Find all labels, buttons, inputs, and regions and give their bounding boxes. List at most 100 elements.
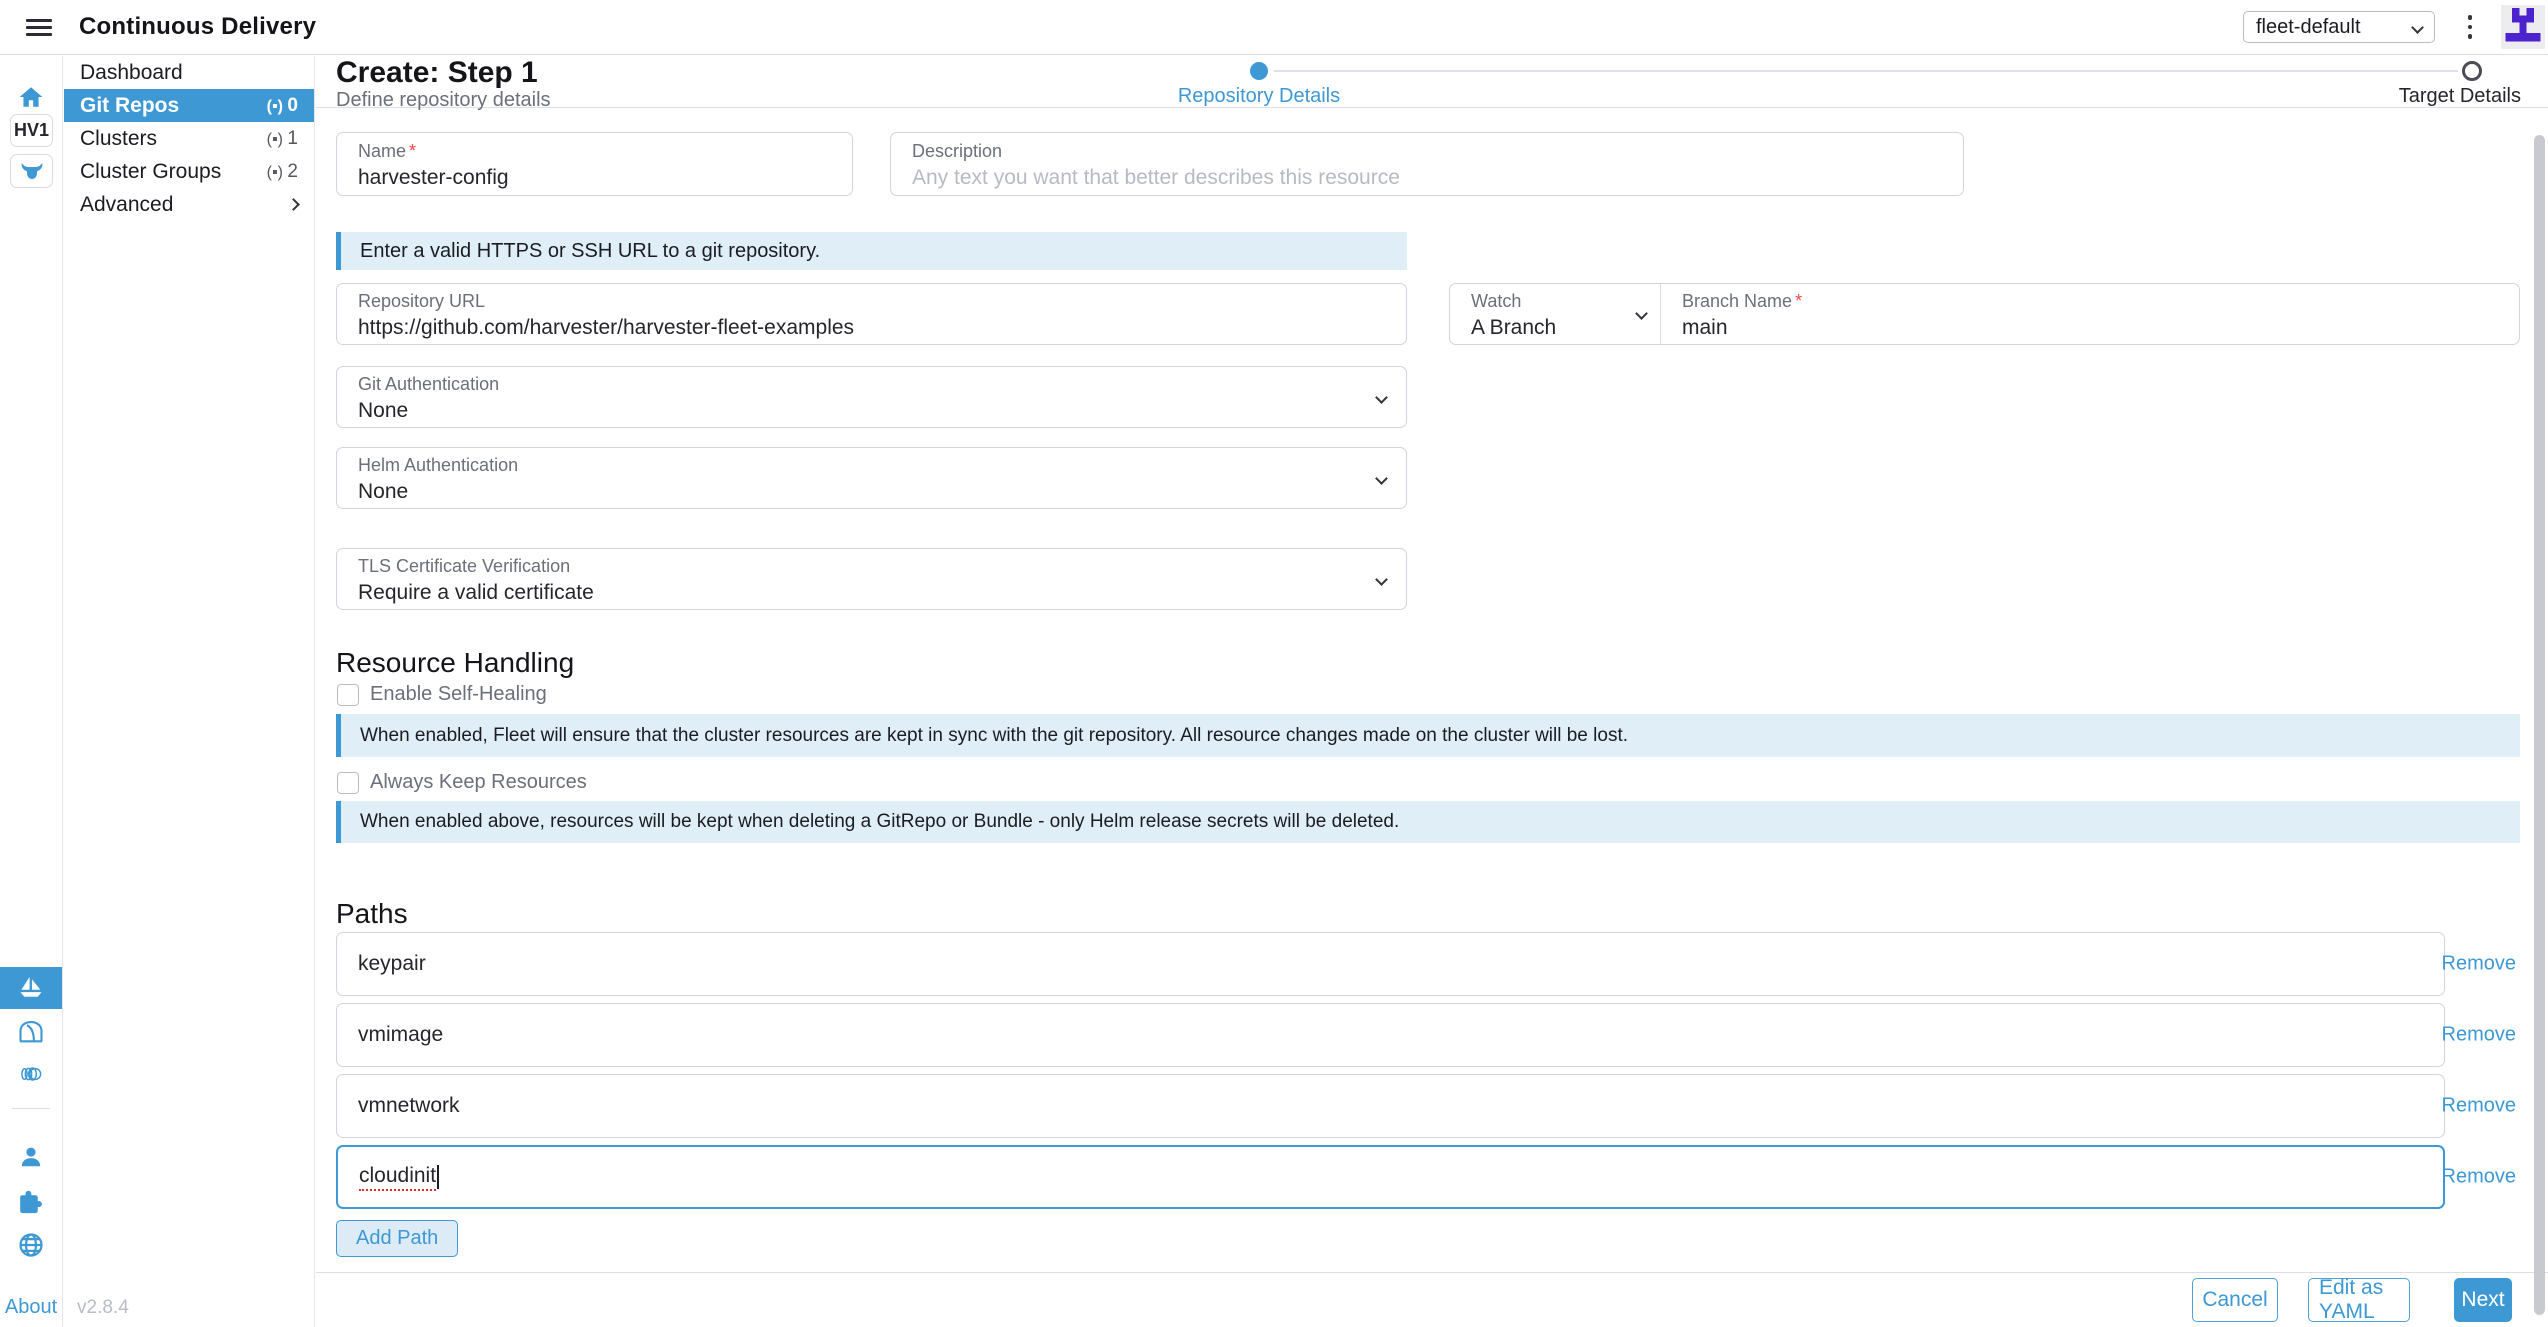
fleet-sailboat-icon bbox=[17, 974, 45, 1002]
globe-icon bbox=[17, 1231, 45, 1259]
branch-name-label: Branch Name* bbox=[1682, 291, 1802, 312]
edit-as-yaml-button[interactable]: Edit as YAML bbox=[2308, 1278, 2410, 1322]
path-row: keypair Remove bbox=[336, 932, 2520, 996]
workspace-select[interactable]: fleet-default bbox=[2243, 11, 2435, 43]
git-authentication-select[interactable]: Git Authentication None bbox=[336, 366, 1407, 428]
keep-resources-checkbox-row[interactable]: Always Keep Resources bbox=[337, 771, 587, 794]
sidebar-item-label: Advanced bbox=[80, 193, 173, 217]
sidebar-item-advanced[interactable]: Advanced bbox=[64, 188, 314, 221]
page-header: Create: Step 1 Define repository details… bbox=[316, 56, 2548, 108]
keep-resources-label: Always Keep Resources bbox=[370, 771, 587, 794]
kebab-menu-icon[interactable] bbox=[2457, 12, 2483, 41]
clusters-count: 1 bbox=[267, 128, 298, 150]
global-settings-nav-button[interactable] bbox=[0, 1227, 62, 1263]
cancel-button[interactable]: Cancel bbox=[2192, 1278, 2278, 1322]
user-icon bbox=[18, 1144, 44, 1170]
about-link[interactable]: About bbox=[0, 1293, 62, 1321]
watch-select-label: Watch bbox=[1471, 291, 1521, 312]
path-input-vmnetwork[interactable]: vmnetwork bbox=[336, 1074, 2445, 1138]
chevron-right-icon bbox=[287, 198, 300, 211]
cluster-groups-count: 2 bbox=[267, 161, 298, 183]
extensions-nav-button[interactable] bbox=[0, 1184, 62, 1220]
chevron-down-icon bbox=[1375, 573, 1388, 586]
sidebar-item-clusters[interactable]: Clusters 1 bbox=[64, 122, 314, 155]
url-info-banner-text: Enter a valid HTTPS or SSH URL to a git … bbox=[360, 240, 820, 263]
path-input-cloudinit[interactable]: cloudinit bbox=[336, 1145, 2445, 1209]
step-2-label[interactable]: Target Details bbox=[2399, 85, 2521, 108]
path-value: keypair bbox=[358, 952, 426, 976]
self-healing-info-banner: When enabled, Fleet will ensure that the… bbox=[336, 714, 2520, 757]
git-repos-count: 0 bbox=[267, 95, 298, 117]
name-field-label: Name* bbox=[358, 141, 416, 162]
watch-select[interactable]: Watch A Branch bbox=[1450, 284, 1661, 344]
path-row: vmnetwork Remove bbox=[336, 1074, 2520, 1138]
cluster-badge-hv1[interactable]: HV1 bbox=[10, 114, 53, 147]
remove-path-button[interactable]: Remove bbox=[2442, 1024, 2516, 1047]
self-healing-info-text: When enabled, Fleet will ensure that the… bbox=[360, 725, 1628, 747]
resource-handling-heading: Resource Handling bbox=[336, 647, 574, 679]
remove-path-button[interactable]: Remove bbox=[2442, 1095, 2516, 1118]
sidebar-item-label: Cluster Groups bbox=[80, 160, 221, 184]
path-value: vmnetwork bbox=[358, 1094, 460, 1118]
chevron-down-icon bbox=[1375, 391, 1388, 404]
hamburger-menu-icon[interactable] bbox=[26, 15, 52, 40]
step-1-label[interactable]: Repository Details bbox=[1164, 85, 1354, 108]
step-2-circle[interactable] bbox=[2462, 61, 2482, 81]
version-label: v2.8.4 bbox=[77, 1297, 129, 1319]
repository-url-label: Repository URL bbox=[358, 291, 485, 312]
remove-path-button[interactable]: Remove bbox=[2442, 1166, 2516, 1189]
sidebar-item-cluster-groups[interactable]: Cluster Groups 2 bbox=[64, 155, 314, 188]
home-button[interactable] bbox=[0, 80, 62, 114]
chevron-down-icon bbox=[1375, 472, 1388, 485]
add-path-button[interactable]: Add Path bbox=[336, 1220, 458, 1257]
path-input-keypair[interactable]: keypair bbox=[336, 932, 2445, 996]
step-1-dot[interactable] bbox=[1250, 62, 1268, 80]
sidebar-item-dashboard[interactable]: Dashboard bbox=[64, 56, 314, 89]
top-bar: Continuous Delivery fleet-default bbox=[0, 0, 2548, 55]
tls-verification-select[interactable]: TLS Certificate Verification Require a v… bbox=[336, 548, 1407, 610]
git-authentication-label: Git Authentication bbox=[358, 374, 499, 395]
sidebar-item-label: Clusters bbox=[80, 127, 157, 151]
topbar-right: fleet-default bbox=[2243, 5, 2548, 49]
self-healing-checkbox-row[interactable]: Enable Self-Healing bbox=[337, 683, 547, 706]
sidebar-item-git-repos[interactable]: Git Repos 0 bbox=[64, 89, 314, 122]
path-row: cloudinit Remove bbox=[336, 1145, 2520, 1209]
user-avatar[interactable] bbox=[2501, 5, 2545, 49]
form-footer: Cancel Edit as YAML Next bbox=[316, 1272, 2548, 1327]
description-field-placeholder: Any text you want that better describes … bbox=[912, 166, 1400, 190]
users-auth-nav-button[interactable] bbox=[0, 1140, 62, 1174]
branch-name-field[interactable]: Branch Name* main bbox=[1661, 284, 2519, 344]
text-cursor bbox=[437, 1165, 439, 1189]
puzzle-piece-icon bbox=[17, 1188, 45, 1216]
sidebar-item-label: Git Repos bbox=[80, 94, 179, 118]
page-title: Create: Step 1 bbox=[336, 56, 538, 90]
helm-authentication-select[interactable]: Helm Authentication None bbox=[336, 447, 1407, 509]
path-input-vmimage[interactable]: vmimage bbox=[336, 1003, 2445, 1067]
name-field[interactable]: Name* harvester-config bbox=[336, 132, 853, 196]
chevron-down-icon bbox=[1635, 307, 1648, 320]
app-rail: HV1 bbox=[0, 56, 63, 1327]
cluster-management-nav-button[interactable] bbox=[0, 1057, 62, 1091]
vertical-scrollbar[interactable] bbox=[2534, 135, 2545, 1315]
name-field-value: harvester-config bbox=[358, 166, 509, 190]
stepper-connector bbox=[1274, 70, 2458, 72]
repository-url-field[interactable]: Repository URL https://github.com/harves… bbox=[336, 283, 1407, 345]
keep-resources-checkbox[interactable] bbox=[337, 772, 359, 794]
home-icon bbox=[17, 84, 45, 110]
continuous-delivery-nav-button[interactable] bbox=[0, 967, 62, 1009]
sidebar-nav: Dashboard Git Repos 0 Clusters 1 Cluster… bbox=[64, 56, 315, 1327]
sidebar-item-label: Dashboard bbox=[80, 61, 183, 85]
tls-verification-label: TLS Certificate Verification bbox=[358, 556, 570, 577]
keep-resources-info-banner: When enabled above, resources will be ke… bbox=[336, 801, 2520, 843]
branch-name-value: main bbox=[1682, 316, 1728, 340]
harvester-bull-icon bbox=[19, 159, 45, 183]
remove-path-button[interactable]: Remove bbox=[2442, 953, 2516, 976]
app-title: Continuous Delivery bbox=[79, 13, 316, 41]
description-field[interactable]: Description Any text you want that bette… bbox=[890, 132, 1964, 196]
self-healing-checkbox[interactable] bbox=[337, 684, 359, 706]
harvester-cluster-button[interactable] bbox=[10, 154, 53, 188]
keep-resources-info-text: When enabled above, resources will be ke… bbox=[360, 811, 1399, 833]
helm-authentication-value: None bbox=[358, 480, 408, 504]
next-button[interactable]: Next bbox=[2454, 1278, 2512, 1322]
virtualization-management-nav-button[interactable] bbox=[0, 1014, 62, 1050]
